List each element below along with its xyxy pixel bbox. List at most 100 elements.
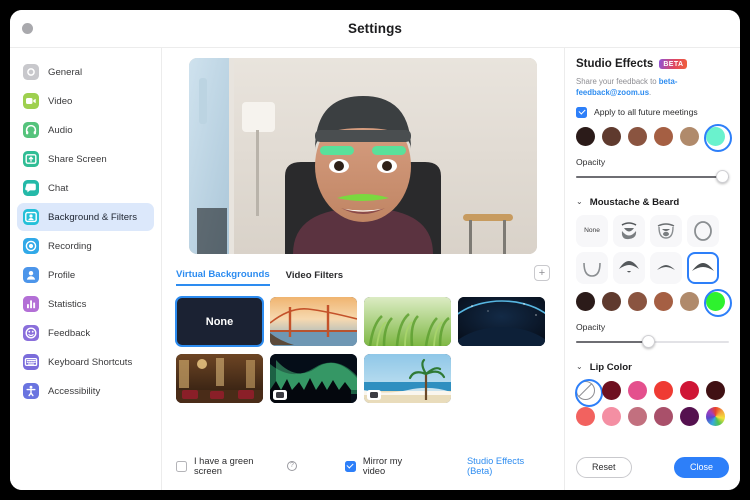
moustache-style-none-label: None xyxy=(584,227,600,235)
studio-effects-title: Studio Effects xyxy=(576,58,654,70)
lip-color-section-header[interactable]: ⌄ Lip Color xyxy=(576,362,729,373)
lip-color-swatch-hot-pink[interactable] xyxy=(628,380,647,400)
sidebar-item-video[interactable]: Video xyxy=(17,87,154,115)
sidebar-item-accessibility[interactable]: Accessibility xyxy=(17,377,154,405)
moustache-color-swatch[interactable] xyxy=(703,289,732,318)
eyebrow-opacity-label: Opacity xyxy=(576,156,606,167)
tab-video-filters[interactable]: Video Filters xyxy=(286,270,343,285)
moustache-section-title: Moustache & Beard xyxy=(589,196,680,208)
tab-virtual-backgrounds[interactable]: Virtual Backgrounds xyxy=(176,269,270,286)
moustache-color-swatch[interactable] xyxy=(628,291,647,311)
green-screen-checkbox[interactable] xyxy=(176,460,187,472)
background-none-label: None xyxy=(205,315,234,328)
moustache-section-header[interactable]: ⌄ Moustache & Beard xyxy=(576,197,729,208)
add-background-button[interactable]: + xyxy=(534,265,550,281)
eyebrow-color-swatch[interactable] xyxy=(654,126,673,146)
background-thumbnail[interactable] xyxy=(270,297,357,346)
eyebrow-color-swatch[interactable] xyxy=(602,126,621,146)
sidebar-item-statistics[interactable]: Statistics xyxy=(17,290,154,318)
background-thumbnail[interactable] xyxy=(458,297,545,346)
moustache-style-handlebar[interactable] xyxy=(613,251,645,284)
moustache-opacity-slider[interactable] xyxy=(576,334,729,349)
panel-action-buttons: Reset Close xyxy=(576,457,729,478)
moustache-style-full-beard[interactable] xyxy=(613,214,645,247)
lip-color-swatch-light-pink[interactable] xyxy=(602,406,621,426)
eyebrow-opacity-slider[interactable] xyxy=(576,169,729,184)
chat-icon xyxy=(23,180,39,196)
sidebar-item-share-screen[interactable]: Share Screen xyxy=(17,145,154,173)
sidebar-item-label: Audio xyxy=(48,124,73,136)
video-preview xyxy=(189,58,537,254)
studio-effects-panel: Studio Effects BETA Share your feedback … xyxy=(565,48,740,490)
help-icon[interactable]: ? xyxy=(286,461,297,471)
apply-future-meetings-row[interactable]: Apply to all future meetings xyxy=(576,106,729,118)
sidebar-item-feedback[interactable]: Feedback xyxy=(17,319,154,347)
moustache-style-chevron-stache[interactable] xyxy=(687,251,719,284)
background-thumbnail-image xyxy=(364,297,451,346)
moustache-style-goatee[interactable] xyxy=(650,214,682,247)
eyebrow-color-swatch[interactable] xyxy=(628,126,647,146)
sidebar-item-general[interactable]: General xyxy=(17,58,154,86)
sidebar-item-chat[interactable]: Chat xyxy=(17,174,154,202)
lip-color-swatch-dark-maroon[interactable] xyxy=(602,380,621,400)
sidebar-item-keyboard-shortcuts[interactable]: Keyboard Shortcuts xyxy=(17,348,154,376)
moustache-style-chin-strap[interactable] xyxy=(576,251,608,284)
lip-color-swatch-no-color[interactable] xyxy=(574,379,603,408)
moustache-style-circle-beard[interactable] xyxy=(687,214,719,247)
sidebar-item-label: Profile xyxy=(48,269,76,281)
chevron-down-icon: ⌄ xyxy=(576,197,583,207)
moustache-color-swatch[interactable] xyxy=(680,291,699,311)
lip-color-swatch-rainbow[interactable] xyxy=(706,406,725,426)
gear-icon xyxy=(23,64,39,80)
background-thumbnail[interactable] xyxy=(364,297,451,346)
moustache-color-swatch[interactable] xyxy=(654,291,673,311)
lip-color-swatch-deep-purple[interactable] xyxy=(680,406,699,426)
background-thumbnail-image xyxy=(176,354,263,403)
window-title: Settings xyxy=(347,21,403,36)
green-screen-option[interactable]: I have a green screen ? xyxy=(176,456,297,476)
record-icon xyxy=(23,238,39,254)
background-thumbnail[interactable] xyxy=(270,354,357,403)
title-bar: Settings xyxy=(10,10,740,48)
mirror-video-option[interactable]: Mirror my video xyxy=(344,456,425,476)
moustache-color-swatch[interactable] xyxy=(602,291,621,311)
lip-color-swatches xyxy=(574,379,728,426)
moustache-style-icon xyxy=(621,221,637,239)
feedback-text: Share your feedback to beta-feedback@zoo… xyxy=(576,76,729,99)
eyebrow-color-swatch[interactable] xyxy=(576,126,595,146)
moustache-style-thin-stache[interactable] xyxy=(650,251,682,284)
background-thumbnail-image xyxy=(270,297,357,346)
mirror-video-checkbox[interactable] xyxy=(344,460,356,472)
close-button[interactable]: Close xyxy=(673,457,729,478)
lip-color-swatch-dusty-rose[interactable] xyxy=(628,406,647,426)
moustache-color-swatch[interactable] xyxy=(576,291,595,311)
eyebrow-slider-knob[interactable] xyxy=(716,169,729,183)
sidebar-item-recording[interactable]: Recording xyxy=(17,232,154,260)
keyboard-icon xyxy=(23,354,39,370)
feedback-suffix: . xyxy=(649,88,652,98)
lip-color-swatch-crimson[interactable] xyxy=(680,380,699,400)
moustache-style-none[interactable]: None xyxy=(576,214,608,247)
moustache-style-grid: None xyxy=(576,214,729,284)
person-icon xyxy=(23,267,39,283)
studio-effects-link[interactable]: Studio Effects (Beta) xyxy=(467,456,550,476)
sidebar-item-profile[interactable]: Profile xyxy=(17,261,154,289)
lip-color-swatch-mauve[interactable] xyxy=(654,406,673,426)
background-thumbnail[interactable] xyxy=(176,354,263,403)
apply-future-meetings-checkbox[interactable] xyxy=(576,106,587,118)
lip-color-swatch-dark-brown[interactable] xyxy=(706,380,725,400)
video-background-icon xyxy=(273,390,287,400)
moustache-color-swatches xyxy=(576,289,732,318)
lip-color-swatch-coral[interactable] xyxy=(576,406,595,426)
chevron-down-icon: ⌄ xyxy=(576,362,583,372)
eyebrow-color-swatch[interactable] xyxy=(680,126,699,146)
lip-color-swatch-red-orange[interactable] xyxy=(654,380,673,400)
background-thumbnail[interactable] xyxy=(364,354,451,403)
sidebar-item-audio[interactable]: Audio xyxy=(17,116,154,144)
background-thumbnail[interactable]: None xyxy=(175,296,264,347)
moustache-style-icon xyxy=(657,264,675,270)
eyebrow-color-swatch[interactable] xyxy=(703,124,732,153)
moustache-slider-knob[interactable] xyxy=(641,334,655,348)
sidebar-item-background-filters[interactable]: Background & Filters xyxy=(17,203,154,231)
reset-button[interactable]: Reset xyxy=(576,457,632,478)
